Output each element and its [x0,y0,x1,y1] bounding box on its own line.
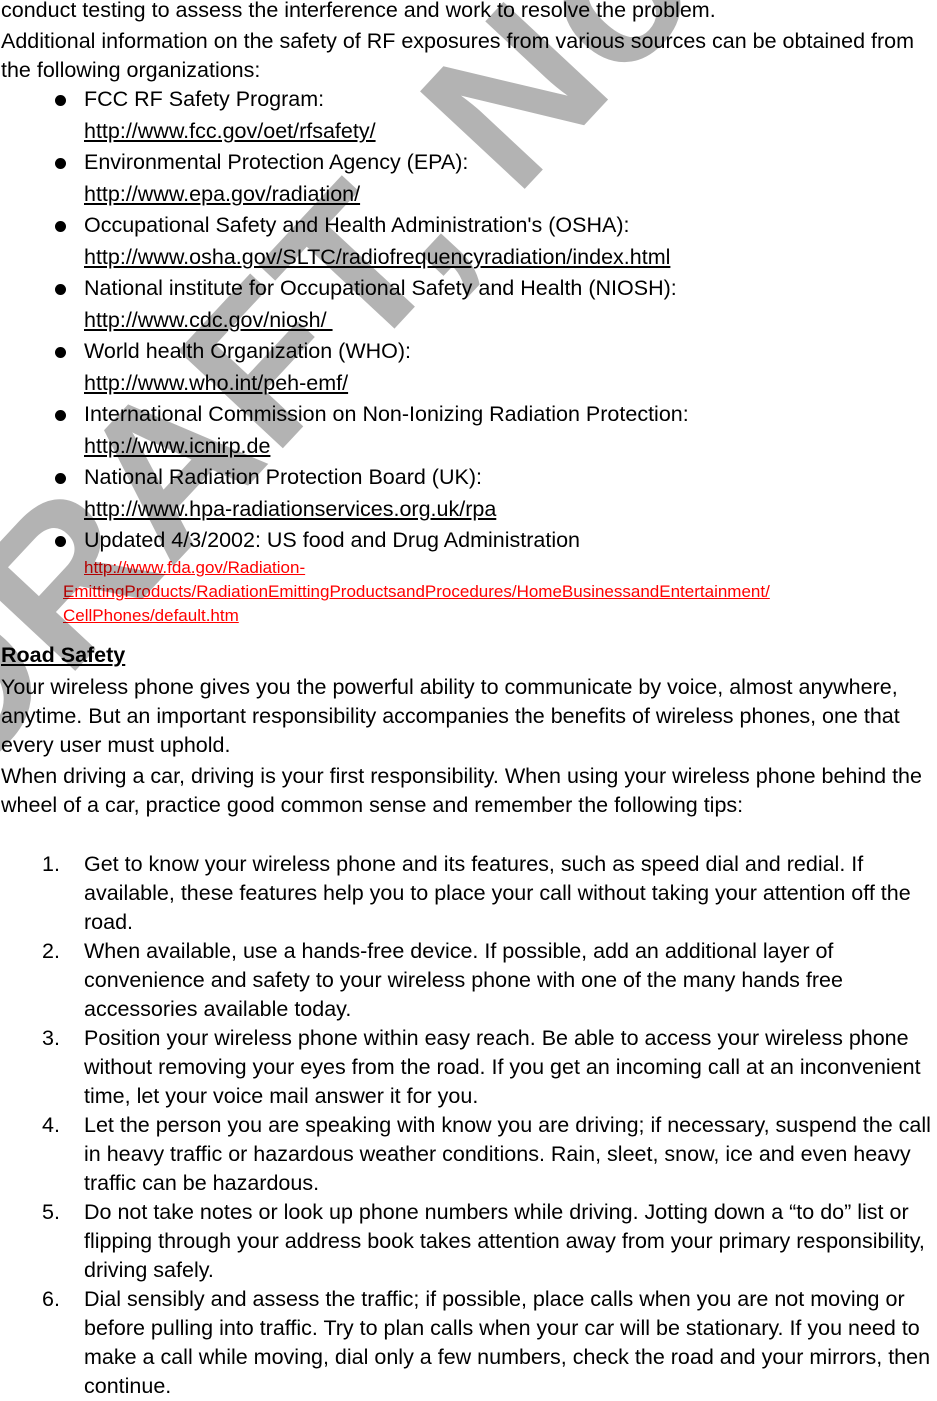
organization-link[interactable]: http://www.cdc.gov/niosh/ [84,306,333,335]
list-item: 4. Let the person you are speaking with … [0,1111,937,1198]
intro-line: conduct testing to assess the interferen… [1,0,716,22]
organization-link[interactable]: http://www.icnirp.de [84,432,270,461]
list-item: 5. Do not take notes or look up phone nu… [0,1198,937,1285]
list-item: 1. Get to know your wireless phone and i… [0,850,937,937]
list-text: Do not take notes or look up phone numbe… [84,1200,925,1282]
organization-name: World health Organization (WHO): [84,339,411,363]
bullet-icon [55,410,66,421]
organization-link[interactable]: http://www.fcc.gov/oet/rfsafety/ [84,117,376,146]
fda-link-line: EmittingProducts/RadiationEmittingProduc… [63,582,770,601]
list-item: World health Organization (WHO): http://… [0,337,937,400]
organization-name: Environmental Protection Agency (EPA): [84,150,469,174]
organization-link[interactable]: http://www.who.int/peh-emf/ [84,369,348,398]
list-number: 3. [42,1026,60,1050]
list-item: Environmental Protection Agency (EPA): h… [0,148,937,211]
organization-name: Occupational Safety and Health Administr… [84,213,630,237]
list-item: FCC RF Safety Program: http://www.fcc.go… [0,85,937,148]
list-number: 1. [42,852,60,876]
list-number: 5. [42,1200,60,1224]
body-paragraph: Your wireless phone gives you the powerf… [1,675,900,757]
bullet-icon [55,284,66,295]
bullet-icon [55,95,66,106]
organization-link[interactable]: http://www.osha.gov/SLTC/radiofrequencyr… [84,243,670,272]
list-number: 2. [42,939,60,963]
organization-name: FCC RF Safety Program: [84,87,325,111]
list-item: National institute for Occupational Safe… [0,274,937,337]
list-number: 6. [42,1287,60,1311]
tips-list: 1. Get to know your wireless phone and i… [0,850,937,1401]
bullet-icon [55,536,66,547]
list-item: International Commission on Non-Ionizing… [0,400,937,463]
organization-name: National institute for Occupational Safe… [84,276,677,300]
organization-list: FCC RF Safety Program: http://www.fcc.go… [0,85,937,589]
section-heading: Road Safety [1,643,126,667]
bullet-icon [55,347,66,358]
organization-link[interactable]: http://www.epa.gov/radiation/ [84,180,360,209]
list-item: 2. When available, use a hands-free devi… [0,937,937,1024]
list-text: Dial sensibly and assess the traffic; if… [84,1287,931,1398]
bullet-icon [55,158,66,169]
list-item: 6. Dial sensibly and assess the traffic;… [0,1285,937,1401]
bullet-icon [55,221,66,232]
organization-link[interactable]: http://www.hpa-radiationservices.org.uk/… [84,495,496,524]
list-item: National Radiation Protection Board (UK)… [0,463,937,526]
organization-name: Updated 4/3/2002: US food and Drug Admin… [84,528,581,552]
body-paragraph: When driving a car, driving is your firs… [1,764,922,817]
intro-paragraph: Additional information on the safety of … [1,29,915,82]
list-text: Let the person you are speaking with kno… [84,1113,931,1195]
fda-link-line: http://www.fda.gov/Radiation- [84,558,306,577]
fda-link-line: CellPhones/default.htm [63,606,239,625]
bullet-icon [55,473,66,484]
list-item: 3. Position your wireless phone within e… [0,1024,937,1111]
list-text: When available, use a hands-free device.… [84,939,843,1021]
list-number: 4. [42,1113,60,1137]
fda-link[interactable]: http://www.fda.gov/Radiation- EmittingPr… [63,556,937,628]
organization-name: International Commission on Non-Ionizing… [84,402,689,426]
organization-name: National Radiation Protection Board (UK)… [84,465,482,489]
list-text: Position your wireless phone within easy… [84,1026,921,1108]
list-text: Get to know your wireless phone and its … [84,852,911,934]
list-item: Occupational Safety and Health Administr… [0,211,937,274]
